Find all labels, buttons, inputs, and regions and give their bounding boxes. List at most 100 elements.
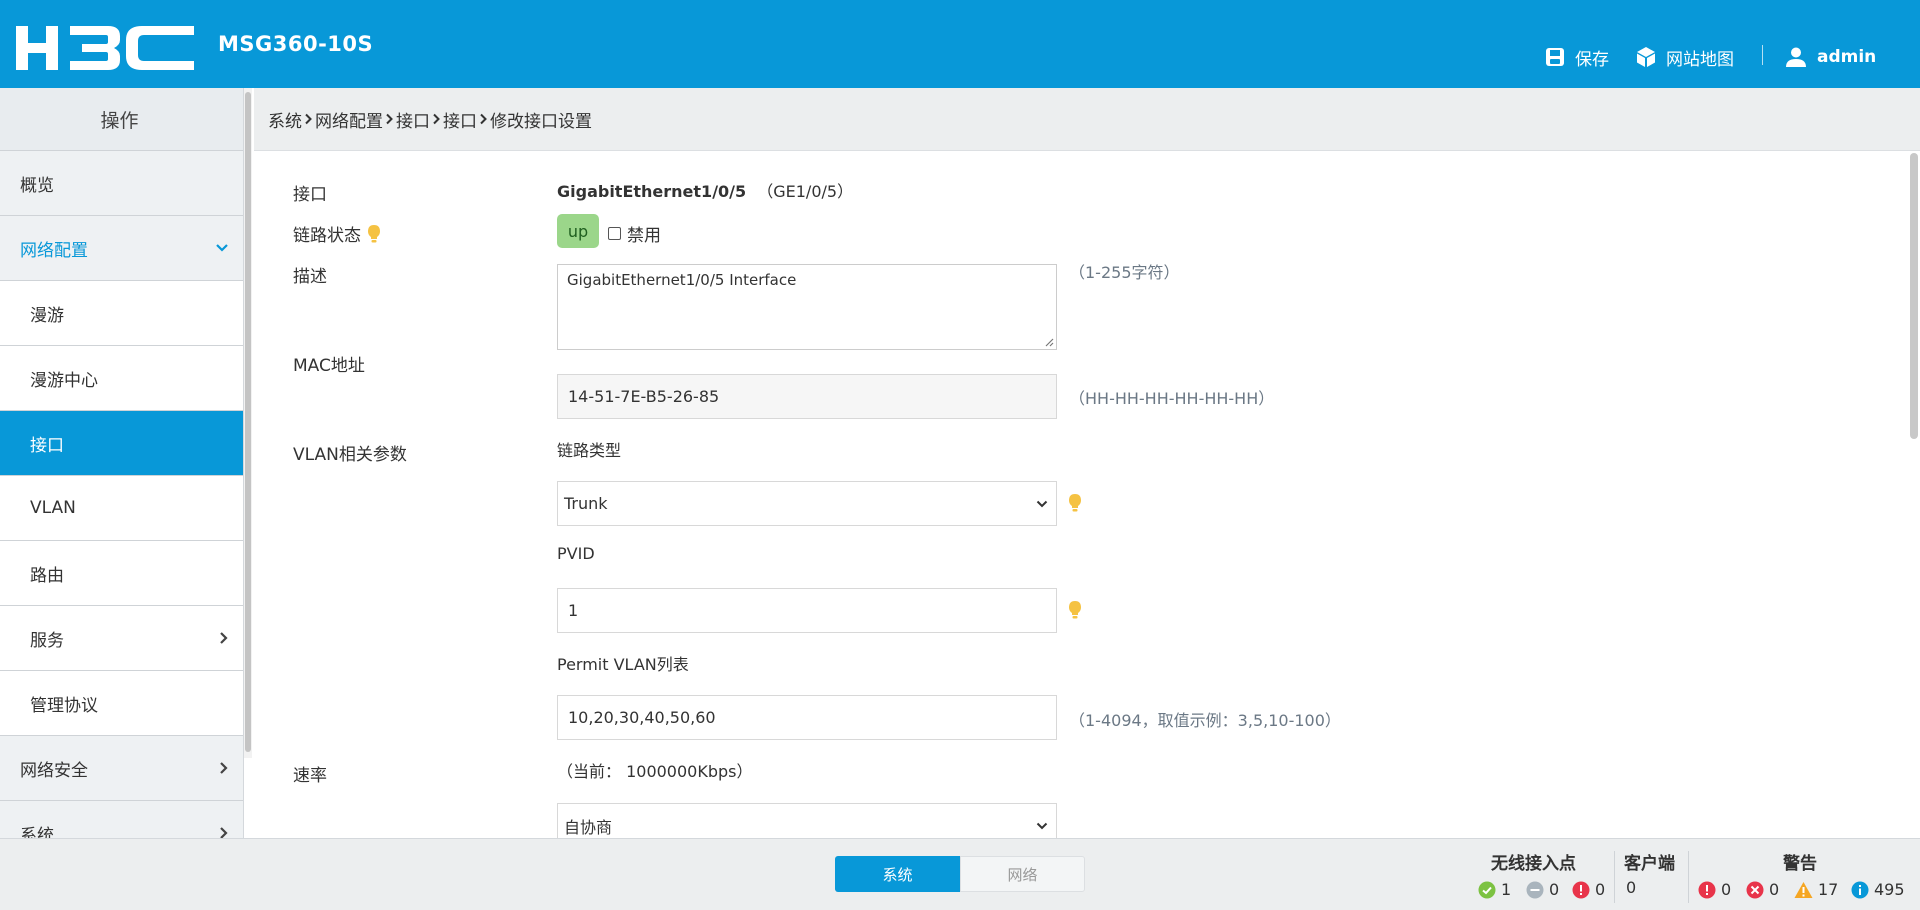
alarm-critical-count: 0 <box>1721 880 1732 899</box>
ap-fault-count: 0 <box>1595 880 1606 899</box>
ap-online-count: 1 <box>1501 880 1512 899</box>
chevron-down-icon <box>1036 822 1048 829</box>
alarm-minor[interactable]: 17 <box>1794 880 1838 899</box>
alert-circle-icon <box>1572 881 1590 898</box>
client-count[interactable]: 0 <box>1626 878 1636 897</box>
bulb-icon[interactable] <box>1068 600 1082 620</box>
speed-current: （当前： 1000000Kbps） <box>557 762 753 781</box>
ap-title: 无线接入点 <box>1491 854 1576 874</box>
mac-hint: （HH-HH-HH-HH-HH-HH） <box>1069 389 1275 408</box>
interface-short-name: （GE1/0/5） <box>757 182 854 201</box>
link-type-select[interactable]: Trunk <box>557 481 1057 526</box>
user-menu[interactable]: admin <box>1785 44 1876 70</box>
description-value: GigabitEthernet1/0/5 Interface <box>567 271 797 289</box>
vlan-params-label: VLAN相关参数 <box>293 445 407 465</box>
chevron-down-icon <box>216 244 228 252</box>
sidebar-item-label: 网络配置 <box>20 240 88 261</box>
sidebar-item-label: VLAN <box>30 498 76 518</box>
link-state-label-row: 链路状态 <box>293 221 381 246</box>
bulb-icon[interactable] <box>1068 493 1082 513</box>
description-textarea[interactable]: GigabitEthernet1/0/5 Interface <box>557 264 1057 350</box>
alarm-major-count: 0 <box>1769 880 1780 899</box>
breadcrumb-item[interactable]: 系统 <box>268 107 302 132</box>
chevron-right-icon <box>220 827 228 838</box>
sidebar-item-roaming[interactable]: 漫游 <box>0 281 243 346</box>
link-status-badge: up <box>557 214 599 248</box>
sitemap-button[interactable]: 网站地图 <box>1636 44 1734 70</box>
permit-vlan-label: Permit VLAN列表 <box>557 655 689 674</box>
top-header: MSG360-10S 保存 网站地图 admin <box>0 0 1920 88</box>
warning-triangle-icon <box>1794 881 1813 898</box>
mac-input[interactable]: 14-51-7E-B5-26-85 <box>557 374 1057 419</box>
sidebar-item-label: 漫游中心 <box>30 370 98 391</box>
pvid-value: 1 <box>568 601 579 620</box>
tab-network[interactable]: 网络 <box>960 856 1085 892</box>
sidebar-item-network-security[interactable]: 网络安全 <box>0 736 243 801</box>
sidebar-item-label: 服务 <box>30 630 64 651</box>
description-label: 描述 <box>293 267 327 287</box>
disable-label: 禁用 <box>627 226 661 246</box>
breadcrumb-item[interactable]: 接口 <box>443 107 477 132</box>
sidebar-item-system[interactable]: 系统 <box>0 801 243 838</box>
status-bar: 系统 网络 无线接入点 1 0 0 客户端 0 警告 0 0 17 495 <box>0 838 1920 910</box>
chevron-down-icon <box>1036 500 1048 507</box>
link-type-value: Trunk <box>564 494 608 513</box>
chevron-right-icon <box>220 632 228 644</box>
sidebar-item-overview[interactable]: 概览 <box>0 151 243 216</box>
breadcrumb-item[interactable]: 网络配置 <box>315 107 383 132</box>
x-circle-icon <box>1746 881 1764 898</box>
chevron-right-icon <box>220 762 228 774</box>
sidebar-item-routing[interactable]: 路由 <box>0 541 243 606</box>
pvid-label: PVID <box>557 544 595 563</box>
link-state-label: 链路状态 <box>293 226 361 246</box>
sidebar-item-mgmt-protocol[interactable]: 管理协议 <box>0 671 243 736</box>
sidebar-item-label: 系统 <box>20 825 54 839</box>
sidebar-item-label: 网络安全 <box>20 760 88 781</box>
sidebar-item-vlan[interactable]: VLAN <box>0 476 243 541</box>
user-icon <box>1786 47 1806 67</box>
alarm-title: 警告 <box>1783 854 1817 874</box>
header-divider <box>1762 45 1763 65</box>
tab-system[interactable]: 系统 <box>835 856 960 892</box>
info-circle-icon <box>1851 881 1869 898</box>
pvid-input[interactable]: 1 <box>557 588 1057 633</box>
interface-label: 接口 <box>293 185 327 205</box>
interface-value: GigabitEthernet1/0/5 （GE1/0/5） <box>557 178 853 202</box>
sidebar-item-roaming-center[interactable]: 漫游中心 <box>0 346 243 411</box>
sidebar: 操作 概览 网络配置 漫游 漫游中心 接口 VLAN 路由 服务 管理协议 网络… <box>0 88 244 838</box>
disable-checkbox[interactable] <box>608 227 621 240</box>
disable-checkbox-row[interactable]: 禁用 <box>608 221 661 246</box>
main-scrollbar-thumb[interactable] <box>1910 153 1918 439</box>
permit-vlan-value: 10,20,30,40,50,60 <box>568 708 716 727</box>
sidebar-scrollbar[interactable] <box>244 88 252 758</box>
h3c-logo <box>16 26 194 70</box>
client-title: 客户端 <box>1624 854 1675 874</box>
mac-label: MAC地址 <box>293 356 365 376</box>
sitemap-label: 网站地图 <box>1666 49 1734 70</box>
cube-icon <box>1637 47 1655 67</box>
save-icon <box>1546 48 1564 66</box>
save-button[interactable]: 保存 <box>1545 44 1609 70</box>
sidebar-title: 操作 <box>0 88 243 151</box>
permit-vlan-hint: （1-4094，取值示例：3,5,10-100） <box>1069 711 1341 730</box>
sidebar-item-interface[interactable]: 接口 <box>0 411 243 476</box>
sidebar-item-services[interactable]: 服务 <box>0 606 243 671</box>
speed-label: 速率 <box>293 766 327 786</box>
alarm-critical[interactable]: 0 <box>1698 880 1731 899</box>
breadcrumb-item[interactable]: 接口 <box>396 107 430 132</box>
link-type-label: 链路类型 <box>557 441 622 460</box>
bulb-icon[interactable] <box>367 224 381 244</box>
permit-vlan-input[interactable]: 10,20,30,40,50,60 <box>557 695 1057 740</box>
alarm-minor-count: 17 <box>1818 880 1839 899</box>
alarm-major[interactable]: 0 <box>1746 880 1779 899</box>
mac-value: 14-51-7E-B5-26-85 <box>568 387 720 406</box>
resize-handle-icon[interactable] <box>1045 338 1054 347</box>
speed-select[interactable]: 自协商 <box>557 803 1057 838</box>
ap-offline[interactable]: 0 <box>1526 880 1559 899</box>
ap-fault[interactable]: 0 <box>1572 880 1605 899</box>
sidebar-scrollbar-thumb[interactable] <box>245 92 251 752</box>
ap-online[interactable]: 1 <box>1478 880 1511 899</box>
alarm-info[interactable]: 495 <box>1851 880 1905 899</box>
sidebar-item-network-config[interactable]: 网络配置 <box>0 216 243 281</box>
chevron-right-icon <box>480 113 487 125</box>
